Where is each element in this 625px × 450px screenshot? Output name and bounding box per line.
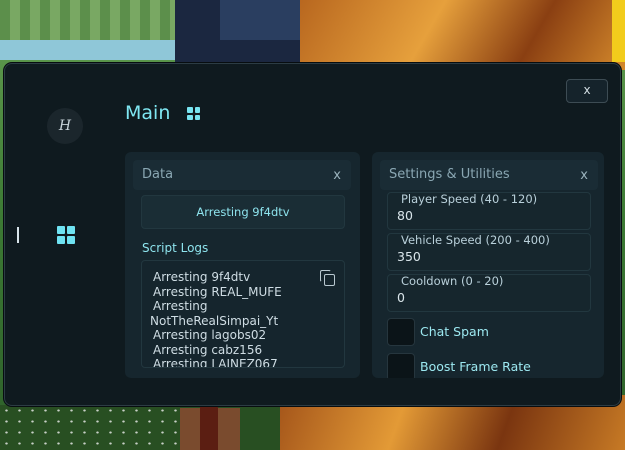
vehicle-speed-field[interactable]: Vehicle Speed (200 - 400) 350 [387, 233, 591, 271]
main-window: H Main x Data x Arresting 9f4dtv Script … [4, 63, 621, 406]
panel-title: Data [142, 167, 174, 182]
toggle-label: Chat Spam [420, 324, 489, 339]
panel-title: Settings & Utilities [389, 167, 510, 182]
field-label: Cooldown (0 - 20) [401, 274, 504, 288]
data-panel: Data x Arresting 9f4dtv Script Logs Arre… [125, 152, 360, 378]
close-icon[interactable]: x [333, 168, 341, 183]
checkbox[interactable] [387, 318, 415, 346]
log-line: Arresting LAINEZ067 [153, 357, 278, 368]
logs-label: Script Logs [142, 241, 209, 255]
log-list: Arresting 9f4dtv Arresting REAL_MUFE Arr… [142, 270, 322, 368]
sidebar: H [5, 64, 115, 405]
log-line: Arresting [153, 299, 208, 313]
grid-icon[interactable] [57, 226, 75, 244]
toggle-label: Boost Frame Rate [420, 359, 531, 374]
field-value[interactable]: 80 [397, 208, 413, 223]
copy-icon[interactable] [320, 270, 335, 286]
script-logs-box[interactable]: Arresting 9f4dtv Arresting REAL_MUFE Arr… [141, 260, 345, 368]
field-value[interactable]: 0 [397, 290, 405, 305]
yellow-pole [612, 0, 625, 62]
h-logo-icon[interactable]: H [47, 108, 83, 144]
green-roof [0, 0, 190, 40]
log-line: NotTheRealSimpai_Yt [150, 313, 279, 328]
close-icon[interactable]: x [580, 168, 588, 183]
log-line: Arresting cabz156 [153, 342, 263, 357]
player-speed-field[interactable]: Player Speed (40 - 120) 80 [387, 192, 591, 230]
character-top [300, 0, 625, 70]
data-panel-header: Data x [133, 160, 351, 190]
log-line: Arresting 9f4dtv [153, 270, 251, 284]
field-label: Vehicle Speed (200 - 400) [401, 233, 550, 247]
active-indicator [17, 227, 19, 243]
page-title: Main [125, 102, 171, 124]
close-button[interactable]: x [566, 79, 608, 103]
log-line: Arresting REAL_MUFE [153, 284, 282, 299]
settings-panel: Settings & Utilities x Player Speed (40 … [372, 152, 604, 378]
checkbox[interactable] [387, 353, 415, 378]
field-label: Player Speed (40 - 120) [401, 192, 538, 206]
status-display: Arresting 9f4dtv [141, 195, 345, 229]
cooldown-field[interactable]: Cooldown (0 - 20) 0 [387, 274, 591, 312]
log-line: Arresting lagobs02 [153, 328, 267, 342]
settings-panel-header: Settings & Utilities x [380, 160, 598, 190]
character-leg [200, 404, 218, 450]
flowers [0, 405, 180, 450]
field-value[interactable]: 350 [397, 249, 421, 264]
grid-icon [187, 107, 200, 120]
